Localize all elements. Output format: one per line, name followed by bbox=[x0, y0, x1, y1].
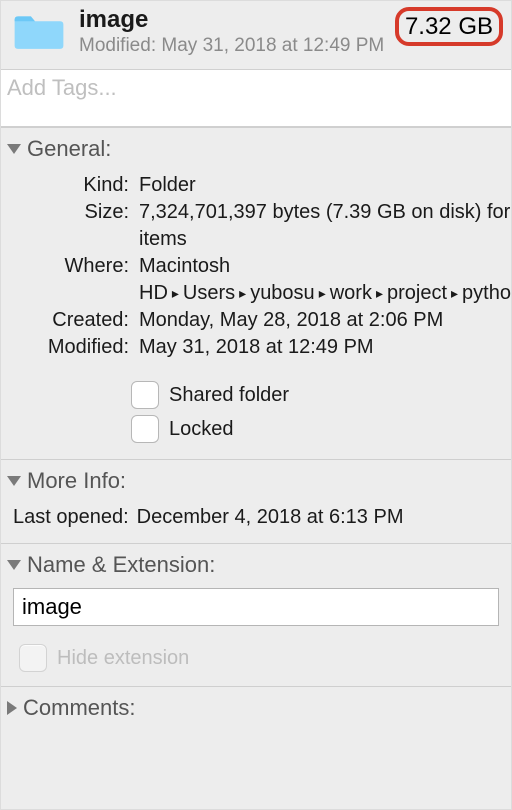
name-input-wrap bbox=[1, 584, 511, 638]
checkbox-icon bbox=[19, 644, 47, 672]
section-header-general[interactable]: General: bbox=[1, 128, 511, 168]
where-segment: project bbox=[387, 282, 447, 304]
disclosure-triangle-icon bbox=[7, 476, 21, 486]
hide-extension-label: Hide extension bbox=[57, 647, 189, 670]
section-more-info: More Info: Last opened: December 4, 2018… bbox=[1, 459, 511, 543]
path-separator-icon: ▸ bbox=[372, 285, 387, 301]
section-header-name-ext[interactable]: Name & Extension: bbox=[1, 544, 511, 584]
disclosure-triangle-icon bbox=[7, 144, 21, 154]
modified-value: May 31, 2018 at 12:49 PM bbox=[161, 35, 384, 56]
where-label: Where: bbox=[11, 253, 129, 307]
section-header-more-info[interactable]: More Info: bbox=[1, 460, 511, 500]
modified-value: May 31, 2018 at 12:49 PM bbox=[139, 334, 512, 361]
section-header-comments[interactable]: Comments: bbox=[1, 687, 511, 727]
section-title: Name & Extension: bbox=[27, 552, 215, 578]
checkbox-icon[interactable] bbox=[131, 415, 159, 443]
file-modified-line: Modified: May 31, 2018 at 12:49 PM bbox=[79, 35, 389, 57]
header: image Modified: May 31, 2018 at 12:49 PM… bbox=[1, 1, 511, 69]
modified-label: Modified: bbox=[79, 35, 156, 56]
checkbox-icon[interactable] bbox=[131, 381, 159, 409]
created-label: Created: bbox=[11, 307, 129, 334]
tags-input[interactable] bbox=[5, 74, 507, 102]
get-info-panel: image Modified: May 31, 2018 at 12:49 PM… bbox=[0, 0, 512, 810]
path-separator-icon: ▸ bbox=[315, 285, 330, 301]
path-separator-icon: ▸ bbox=[235, 285, 250, 301]
section-name-ext: Name & Extension: Hide extension bbox=[1, 543, 511, 672]
last-opened-label: Last opened: bbox=[13, 506, 129, 529]
shared-folder-row[interactable]: Shared folder bbox=[131, 381, 511, 409]
last-opened-value: December 4, 2018 at 6:13 PM bbox=[137, 506, 404, 529]
locked-label: Locked bbox=[169, 418, 234, 441]
path-separator-icon: ▸ bbox=[168, 285, 183, 301]
created-value: Monday, May 28, 2018 at 2:06 PM bbox=[139, 307, 512, 334]
where-segment: yubosu bbox=[250, 282, 315, 304]
hide-extension-row: Hide extension bbox=[19, 644, 511, 672]
section-title: More Info: bbox=[27, 468, 126, 494]
last-opened-row: Last opened: December 4, 2018 at 6:13 PM bbox=[1, 500, 511, 543]
path-separator-icon: ▸ bbox=[447, 285, 462, 301]
tags-field-wrap bbox=[1, 69, 511, 127]
folder-icon bbox=[9, 7, 69, 55]
file-title: image bbox=[79, 7, 389, 33]
where-segment: work bbox=[330, 282, 372, 304]
header-text: image Modified: May 31, 2018 at 12:49 PM bbox=[79, 7, 389, 57]
kind-value: Folder bbox=[139, 172, 512, 199]
size-badge: 7.32 GB bbox=[395, 7, 503, 46]
where-segment: Users bbox=[183, 282, 235, 304]
section-title: Comments: bbox=[23, 695, 135, 721]
name-input[interactable] bbox=[13, 588, 499, 626]
where-value: Macintosh HD▸Users▸yubosu▸work▸project▸p… bbox=[139, 253, 512, 307]
kind-label: Kind: bbox=[11, 172, 129, 199]
section-general: General: Kind: Folder Size: 7,324,701,39… bbox=[1, 127, 511, 443]
modified-label: Modified: bbox=[11, 334, 129, 361]
size-label: Size: bbox=[11, 199, 129, 253]
locked-row[interactable]: Locked bbox=[131, 415, 511, 443]
section-comments: Comments: bbox=[1, 686, 511, 727]
disclosure-triangle-icon bbox=[7, 560, 21, 570]
general-grid: Kind: Folder Size: 7,324,701,397 bytes (… bbox=[1, 168, 511, 375]
size-value: 7,324,701,397 bytes (7.39 GB on disk) fo… bbox=[139, 199, 512, 253]
section-title: General: bbox=[27, 136, 111, 162]
where-segment: pythonproject bbox=[462, 282, 512, 304]
disclosure-triangle-icon bbox=[7, 701, 17, 715]
shared-folder-label: Shared folder bbox=[169, 384, 289, 407]
